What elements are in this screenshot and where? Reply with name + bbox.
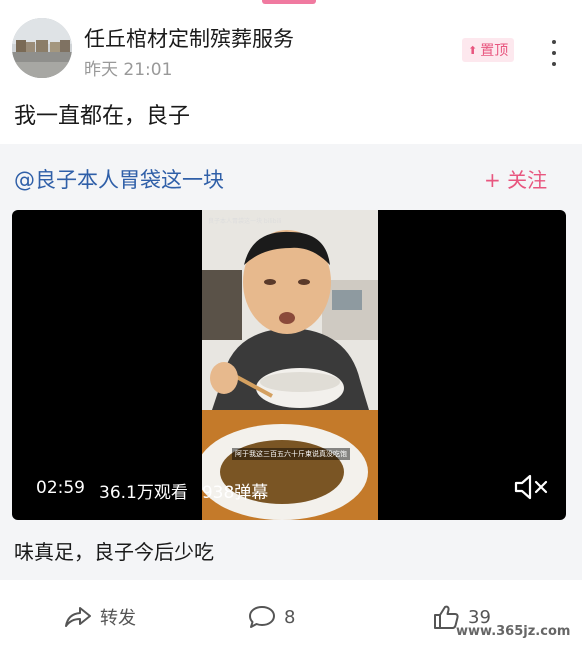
avatar-image: [12, 18, 72, 78]
pin-badge: ⬆ 置顶: [462, 38, 515, 62]
video-danmaku: 938弹幕: [201, 483, 269, 503]
pin-arrow-icon: ⬆: [468, 43, 478, 57]
pin-label: 置顶: [480, 43, 509, 59]
mute-icon[interactable]: [512, 472, 550, 502]
avatar[interactable]: [12, 18, 72, 78]
share-icon: [65, 607, 91, 627]
post-text: 我一直都在，良子: [14, 104, 191, 129]
action-bar: 转发 8 39: [0, 590, 582, 650]
share-label: 转发: [100, 608, 136, 629]
video-duration: 02:59: [36, 478, 85, 498]
video-views: 36.1万观看: [99, 483, 188, 503]
shared-video-card[interactable]: @良子本人胃袋这一块 + 关注 良子本人胃袋这一块 bilibili 阿于我这三…: [0, 144, 582, 580]
comment-count: 8: [284, 606, 296, 628]
shared-description: 味真足，良子今后少吃: [14, 540, 214, 564]
video-overlay-caption: 阿于我这三百五六十斤束说真没吃饱: [232, 448, 350, 460]
share-button[interactable]: 转发: [64, 604, 136, 630]
post-header: 任丘棺材定制殡葬服务 昨天 21:01 ⬆ 置顶: [0, 0, 582, 90]
video-frame: [202, 210, 378, 520]
comment-button[interactable]: 8: [248, 604, 295, 630]
author-name[interactable]: 任丘棺材定制殡葬服务: [84, 23, 294, 53]
video-meta: 02:59 36.1万观看 938弹幕: [36, 478, 268, 503]
follow-button[interactable]: + 关注: [484, 164, 547, 193]
shared-author-link[interactable]: @良子本人胃袋这一块: [14, 164, 224, 194]
post-time: 昨天 21:01: [84, 60, 173, 80]
more-icon[interactable]: [544, 40, 564, 66]
comment-icon: [249, 606, 275, 628]
video-player[interactable]: 良子本人胃袋这一块 bilibili 阿于我这三百五六十斤束说真没吃饱 02:5…: [12, 210, 566, 520]
watermark: www.365jz.com: [456, 624, 571, 639]
video-overlay-title: 良子本人胃袋这一块 bilibili: [208, 218, 282, 225]
